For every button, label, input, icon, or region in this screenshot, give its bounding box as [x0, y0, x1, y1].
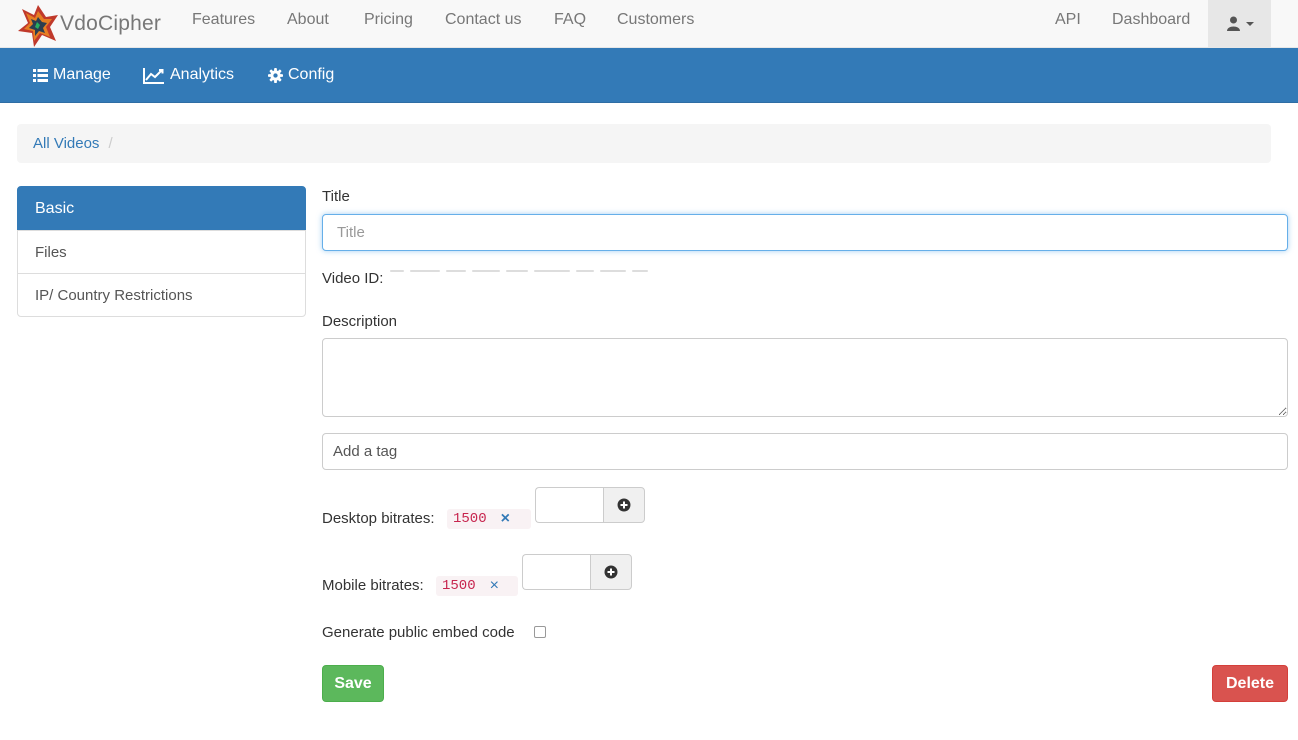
tag-input[interactable] [322, 433, 1288, 470]
plus-circle-icon [617, 498, 631, 512]
desktop-bitrate-add-button[interactable] [603, 487, 645, 523]
nav-dashboard[interactable]: Dashboard [1112, 0, 1190, 40]
delete-button[interactable]: Delete [1212, 665, 1288, 702]
mobile-bitrate-input[interactable] [522, 554, 590, 590]
brand[interactable]: VdoCipher [16, 0, 161, 48]
nav-faq[interactable]: FAQ [554, 0, 586, 40]
desktop-bitrate-chip: 1500 × [447, 509, 531, 529]
nav-api[interactable]: API [1055, 0, 1081, 40]
caret-down-icon [1245, 21, 1254, 26]
nav-features[interactable]: Features [192, 0, 255, 40]
nav-pricing[interactable]: Pricing [364, 0, 413, 40]
sidebar-item-ip-country-restrictions[interactable]: IP/ Country Restrictions [17, 273, 306, 317]
mobile-bitrate-add-group [522, 554, 632, 590]
public-embed-label: Generate public embed code [322, 624, 515, 641]
subnav-analytics[interactable]: Analytics [143, 48, 234, 102]
description-textarea[interactable] [322, 338, 1288, 417]
video-id-label: Video ID: [322, 270, 384, 287]
user-icon [1226, 16, 1240, 31]
public-embed-checkbox[interactable] [534, 626, 546, 638]
line-chart-icon [143, 67, 164, 84]
description-label: Description [322, 313, 398, 330]
mobile-bitrate-remove-icon[interactable]: × [490, 578, 499, 594]
mobile-bitrate-chip: 1500 × [436, 576, 518, 596]
title-label: Title [322, 188, 350, 205]
nav-contact-us[interactable]: Contact us [445, 0, 521, 40]
video-settings-sidebar: Basic Files IP/ Country Restrictions [17, 186, 306, 317]
vdocipher-logo-icon [18, 5, 58, 47]
breadcrumb-separator: / [108, 135, 113, 152]
desktop-bitrates-label: Desktop bitrates: [322, 510, 435, 527]
secondary-navbar: Manage Analytics Config [0, 48, 1298, 103]
subnav-manage-label: Manage [53, 66, 111, 83]
plus-circle-icon [604, 565, 618, 579]
desktop-bitrate-add-group [535, 487, 645, 523]
save-button[interactable]: Save [322, 665, 384, 702]
nav-customers[interactable]: Customers [617, 0, 694, 40]
breadcrumb: All Videos / [17, 124, 1271, 163]
subnav-config[interactable]: Config [268, 48, 334, 102]
nav-about[interactable]: About [287, 0, 329, 40]
mobile-bitrates-label: Mobile bitrates: [322, 577, 424, 594]
gear-icon [268, 67, 283, 83]
list-icon [33, 68, 48, 82]
desktop-bitrate-remove-icon[interactable]: × [501, 511, 510, 527]
mobile-bitrate-value: 1500 [442, 578, 476, 594]
mobile-bitrate-add-button[interactable] [590, 554, 632, 590]
subnav-manage[interactable]: Manage [33, 48, 111, 102]
subnav-config-label: Config [288, 66, 335, 83]
top-navbar: VdoCipher Features About Pricing Contact… [0, 0, 1298, 48]
sidebar-item-files[interactable]: Files [17, 230, 306, 274]
video-id-value-redacted [390, 270, 648, 272]
subnav-analytics-label: Analytics [170, 66, 235, 83]
desktop-bitrate-input[interactable] [535, 487, 603, 523]
user-menu-toggle[interactable] [1208, 0, 1271, 47]
brand-name: VdoCipher [60, 12, 162, 35]
desktop-bitrate-value: 1500 [453, 511, 487, 527]
breadcrumb-all-videos[interactable]: All Videos [33, 135, 99, 152]
title-input[interactable] [322, 214, 1288, 251]
sidebar-item-basic[interactable]: Basic [17, 186, 306, 231]
